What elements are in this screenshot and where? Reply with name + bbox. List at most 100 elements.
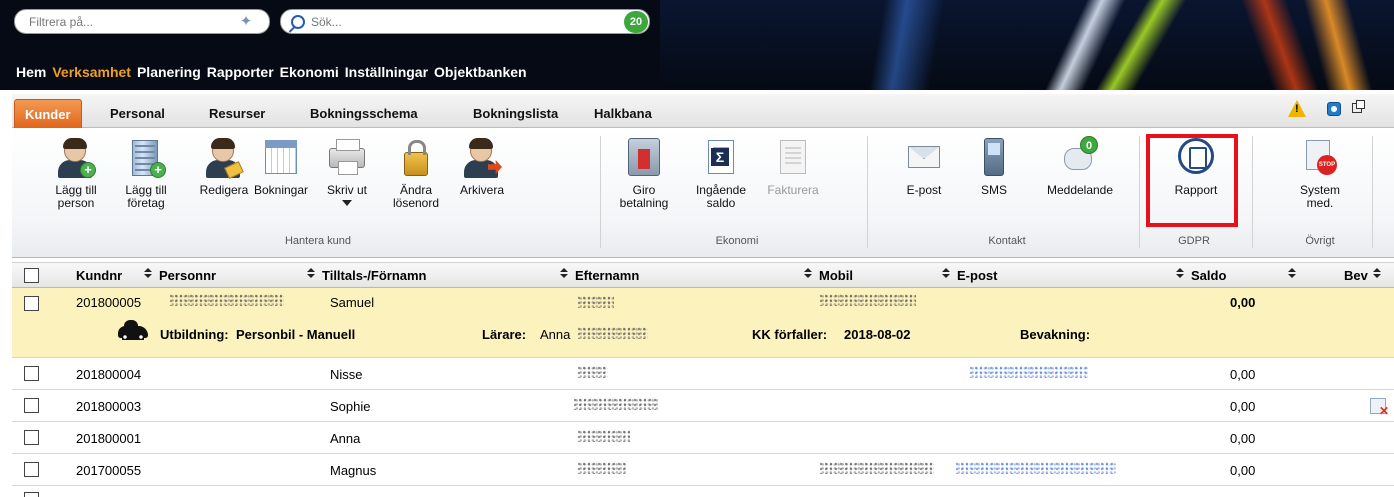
cell-fornamn: Samuel: [330, 295, 375, 310]
print-label: Skriv ut: [326, 183, 367, 197]
chat-bubble-icon: 0: [1060, 136, 1100, 178]
kk-label: KK förfaller:: [752, 327, 828, 342]
sort-icon: [144, 268, 153, 279]
invoice-button[interactable]: Fakturera: [761, 138, 825, 197]
phone-icon: [974, 138, 1014, 178]
warning-icon[interactable]: [1288, 100, 1306, 117]
redacted-epost: [970, 366, 1088, 378]
nav-installningar[interactable]: Inställningar: [345, 64, 428, 80]
cell-saldo: 0,00: [1230, 295, 1256, 310]
opening-balance-button[interactable]: Σ Ingående saldo: [689, 138, 753, 210]
wand-icon[interactable]: ✦: [237, 13, 255, 31]
nav-planering[interactable]: Planering: [137, 64, 201, 80]
customer-table: Kundnr Personnr Tilltals-/Förnamn Eftern…: [12, 262, 1394, 497]
redacted-efternamn: [578, 296, 614, 308]
row-checkbox[interactable]: [24, 366, 39, 381]
archive-person-icon: [462, 138, 502, 178]
ribbon-separator: [1372, 136, 1373, 248]
row-checkbox[interactable]: [24, 492, 39, 497]
sort-icon: [560, 268, 569, 279]
email-label: E-post: [906, 183, 942, 197]
giro-payment-button[interactable]: Giro betalning: [612, 138, 676, 210]
bookings-button[interactable]: Bokningar: [249, 138, 313, 197]
teamviewer-icon[interactable]: [1327, 102, 1341, 116]
tab-bokningslista[interactable]: Bokningslista: [473, 99, 558, 128]
ribbon-separator: [1252, 136, 1253, 248]
group-gdpr: GDPR: [1178, 235, 1210, 247]
opening-balance-label: Ingående saldo: [695, 183, 747, 210]
col-saldo[interactable]: Saldo: [1176, 268, 1226, 283]
tab-halkbana[interactable]: Halkbana: [594, 99, 652, 128]
col-efternamn[interactable]: Efternamn: [560, 268, 639, 283]
filter-input[interactable]: Filtrera på... ✦: [14, 9, 270, 34]
message-count-badge: 0: [1080, 136, 1098, 154]
search-input[interactable]: Sök... 20: [280, 9, 650, 34]
col-mobil[interactable]: Mobil: [804, 268, 853, 283]
nav-hem[interactable]: Hem: [16, 64, 46, 80]
nav-objektbanken[interactable]: Objektbanken: [434, 64, 527, 80]
tab-personal[interactable]: Personal: [110, 99, 165, 128]
sort-icon: [942, 268, 951, 279]
nav-verksamhet[interactable]: Verksamhet: [52, 64, 131, 80]
col-kundnr[interactable]: Kundnr: [76, 268, 122, 283]
group-contact: Kontakt: [988, 235, 1026, 247]
col-personnr[interactable]: Personnr: [144, 268, 216, 283]
teacher-value: Anna: [540, 327, 571, 342]
sms-label: SMS: [980, 183, 1007, 197]
email-button[interactable]: E-post: [892, 138, 956, 197]
row-checkbox[interactable]: [24, 462, 39, 477]
change-password-label: Ändra lösenord: [392, 183, 440, 210]
add-company-label: Lägg till företag: [125, 183, 167, 210]
change-password-button[interactable]: Ändra lösenord: [384, 138, 448, 210]
print-button[interactable]: Skriv ut: [315, 138, 379, 206]
archive-button[interactable]: Arkivera: [450, 138, 514, 197]
table-row[interactable]: 201800004 Nisse 0,00: [12, 358, 1394, 390]
nav-ekonomi[interactable]: Ekonomi: [280, 64, 339, 80]
sms-button[interactable]: SMS: [962, 138, 1026, 197]
printer-icon: [327, 138, 367, 178]
table-row[interactable]: 201800001 Anna 0,00: [12, 422, 1394, 454]
lock-icon: [396, 138, 436, 178]
teacher-label: Lärare:: [482, 327, 527, 342]
ribbon-separator: [867, 136, 868, 248]
row-checkbox[interactable]: [24, 296, 39, 311]
message-button[interactable]: 0 Meddelande: [1040, 136, 1120, 197]
col-fornamn[interactable]: Tilltals-/Förnamn: [307, 268, 427, 283]
add-person-button[interactable]: + Lägg till person: [44, 138, 108, 210]
redacted-epost: [956, 462, 1116, 474]
search-placeholder: Sök...: [311, 14, 342, 29]
redacted-efternamn: [574, 398, 658, 410]
result-count-badge: 20: [624, 10, 648, 33]
invoice-label: Fakturera: [767, 183, 819, 197]
calendar-icon: [261, 138, 301, 178]
col-bev[interactable]: Bev: [1344, 268, 1382, 283]
watch-label: Bevakning:: [1020, 327, 1091, 342]
system-message-label: System med.: [1299, 183, 1340, 210]
ribbon-separator: [600, 136, 601, 248]
col-epost[interactable]: E-post: [942, 268, 997, 283]
tab-kunder[interactable]: Kunder: [14, 99, 82, 128]
cell-kundnr: 201800003: [76, 399, 142, 414]
delete-icon[interactable]: [1370, 398, 1389, 418]
cell-saldo: 0,00: [1230, 463, 1256, 478]
tab-bokningsschema[interactable]: Bokningsschema: [310, 99, 418, 128]
add-company-button[interactable]: + Lägg till företag: [114, 138, 178, 210]
select-all-checkbox[interactable]: [24, 268, 39, 283]
sigma-document-icon: Σ: [701, 138, 741, 178]
edit-label: Redigera: [199, 183, 249, 197]
edit-customer-button[interactable]: Redigera: [192, 138, 256, 197]
tab-resurser[interactable]: Resurser: [209, 99, 265, 128]
table-row-partial[interactable]: [12, 486, 1394, 497]
edit-person-icon: [204, 138, 244, 179]
popout-icon[interactable]: [1352, 100, 1365, 113]
table-row[interactable]: 201700055 Magnus 0,00: [12, 454, 1394, 486]
group-economy: Ekonomi: [715, 235, 759, 247]
add-person-label: Lägg till person: [55, 183, 97, 210]
row-checkbox[interactable]: [24, 398, 39, 413]
table-row[interactable]: 201800003 Sophie 0,00: [12, 390, 1394, 422]
row-checkbox[interactable]: [24, 430, 39, 445]
table-row-selected[interactable]: 201800005 Samuel 0,00 Utbildning: Person…: [12, 288, 1394, 358]
col-sort-extra[interactable]: [1288, 268, 1303, 283]
nav-rapporter[interactable]: Rapporter: [207, 64, 274, 80]
system-message-button[interactable]: System med.: [1288, 138, 1352, 210]
